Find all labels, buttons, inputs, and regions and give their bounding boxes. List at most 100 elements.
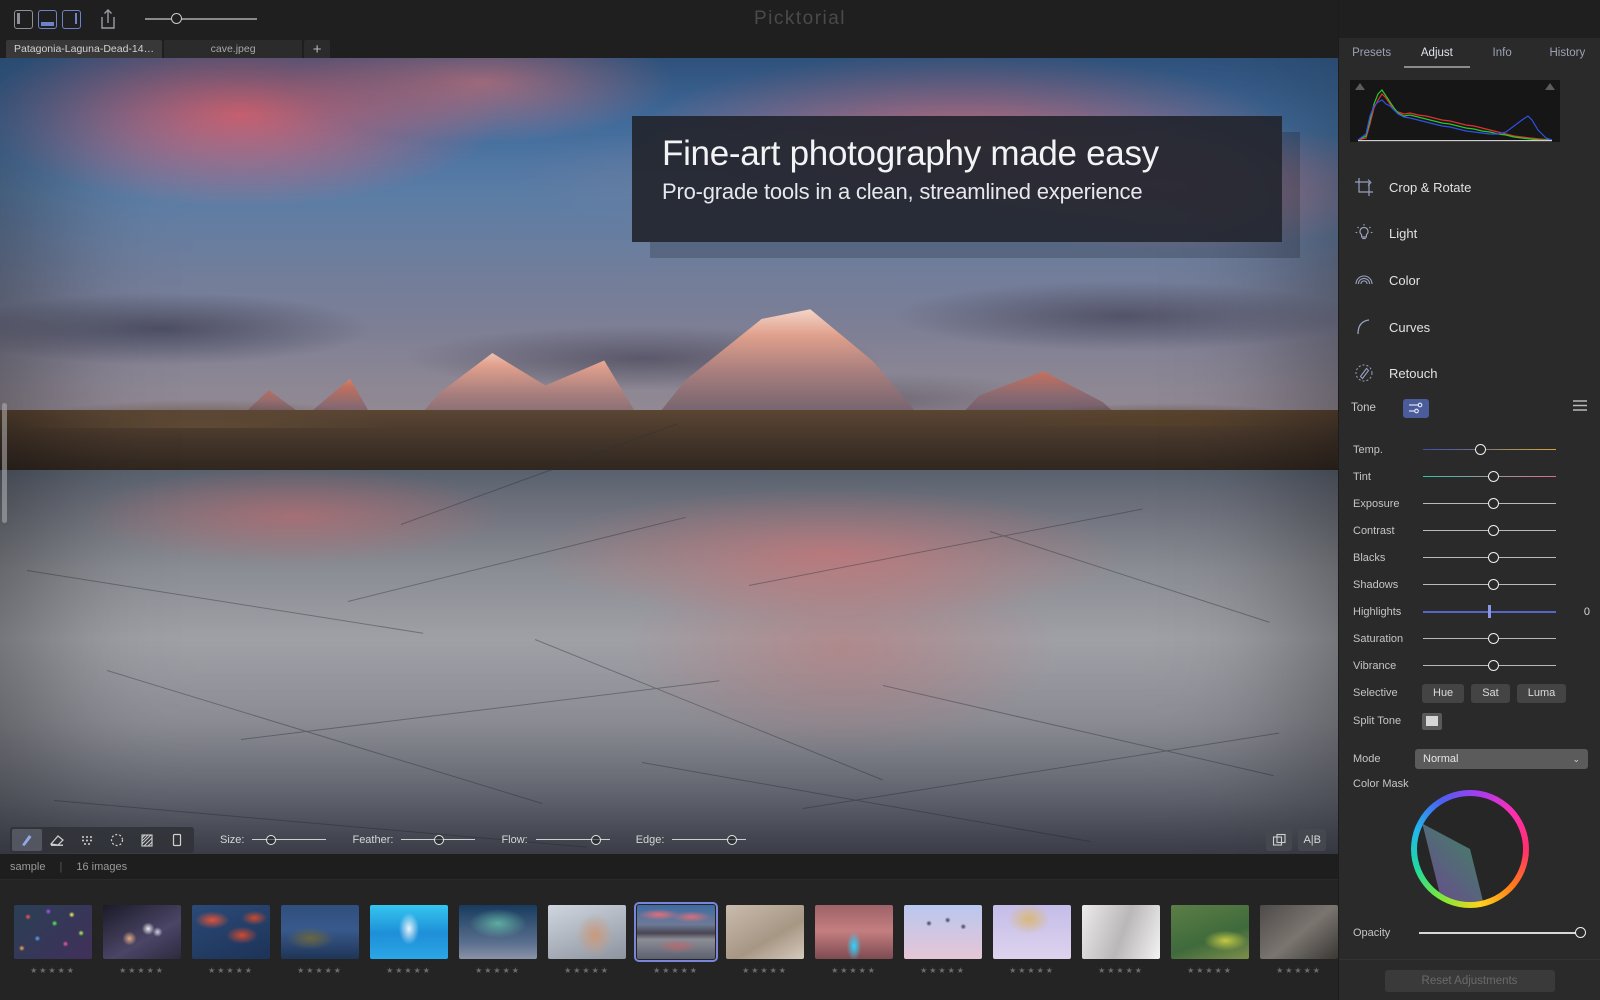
thumb-bw-architecture[interactable]: ★★★★★ [1082, 905, 1160, 975]
thumb-portrait-hair[interactable]: ★★★★★ [548, 905, 626, 975]
brush-flow-slider[interactable] [535, 834, 610, 846]
thumb-coastal-cliff[interactable]: ★★★★★ [281, 905, 359, 975]
contrast-slider[interactable] [1415, 524, 1564, 538]
thumb-rating[interactable]: ★★★★★ [1276, 966, 1322, 975]
vibrance-slider[interactable] [1415, 659, 1564, 673]
hamburger-menu-icon[interactable] [1572, 399, 1588, 417]
sliders-icon[interactable] [1403, 398, 1429, 418]
exposure-slider[interactable] [1415, 497, 1564, 511]
selective-luma-button[interactable]: Luma [1516, 683, 1567, 703]
thumb-palm-trees[interactable]: ★★★★★ [904, 905, 982, 975]
single-view-mode-button[interactable] [14, 9, 33, 29]
brush-tool[interactable] [12, 829, 42, 851]
tone-label: Tone [1351, 402, 1376, 414]
thumb-rating[interactable]: ★★★★★ [386, 966, 432, 975]
thumb-knit-sweater[interactable]: ★★★★★ [726, 905, 804, 975]
reset-adjustments-button[interactable]: Reset Adjustments [1384, 970, 1555, 992]
ab-compare-button[interactable]: A|B [1298, 829, 1326, 851]
mode-select[interactable]: Normal ⌄ [1415, 749, 1588, 769]
section-curves[interactable]: Curves [1339, 304, 1600, 350]
opacity-slider[interactable] [1415, 927, 1586, 939]
thumb-rating[interactable]: ★★★★★ [653, 966, 699, 975]
section-retouch[interactable]: Retouch [1339, 350, 1600, 396]
gradient-tool[interactable] [132, 829, 162, 851]
zoom-slider-knob[interactable] [171, 13, 182, 24]
rectangle-mask-tool[interactable] [162, 829, 192, 851]
histogram-highlight-clip-indicator[interactable] [1545, 83, 1555, 90]
histogram[interactable] [1350, 80, 1560, 142]
slider-row-blacks: Blacks [1339, 544, 1600, 571]
brush-feather-slider[interactable] [401, 834, 476, 846]
brush-feather-label: Feather: [352, 834, 394, 846]
zoom-slider[interactable] [145, 12, 257, 26]
opacity-label: Opacity [1353, 927, 1391, 939]
opacity-row: Opacity [1339, 922, 1600, 944]
tab-info[interactable]: Info [1470, 38, 1535, 68]
slider-row-temp: Temp. [1339, 436, 1600, 463]
color-wheel-selection-wedge[interactable] [1417, 796, 1523, 902]
duplicate-layer-icon[interactable] [1266, 829, 1293, 851]
dots-tool[interactable] [72, 829, 102, 851]
thumb-rating[interactable]: ★★★★★ [475, 966, 521, 975]
selective-hue-button[interactable]: Hue [1422, 683, 1465, 703]
document-tab-cave[interactable]: cave.jpeg [164, 40, 303, 58]
share-icon[interactable] [97, 7, 119, 31]
filmstrip[interactable]: ★★★★★ ★★★★★ ★★★★★ ★★★★★ ★★★★★ ★★★★★ ★★★★… [0, 880, 1338, 1000]
thumb-confetti[interactable]: ★★★★★ [14, 905, 92, 975]
thumb-rating[interactable]: ★★★★★ [742, 966, 788, 975]
thumb-rating[interactable]: ★★★★★ [831, 966, 877, 975]
thumb-water-splash[interactable]: ★★★★★ [370, 905, 448, 975]
blacks-slider[interactable] [1415, 551, 1564, 565]
curves-icon [1353, 316, 1375, 338]
highlights-slider[interactable] [1415, 604, 1564, 619]
thumb-autumn-leaves[interactable]: ★★★★★ [192, 905, 270, 975]
slider-row-exposure: Exposure [1339, 490, 1600, 517]
thumb-rating[interactable]: ★★★★★ [564, 966, 610, 975]
thumb-green-valley[interactable]: ★★★★★ [1171, 905, 1249, 975]
split-view-mode-button[interactable] [38, 9, 57, 29]
color-wheel[interactable] [1410, 790, 1529, 908]
canvas-scrollbar[interactable] [2, 403, 7, 523]
thumb-bokeh-lights[interactable]: ★★★★★ [103, 905, 181, 975]
tab-history[interactable]: History [1535, 38, 1600, 68]
tint-slider[interactable] [1415, 470, 1564, 484]
thumb-rating[interactable]: ★★★★★ [208, 966, 254, 975]
thumb-rating[interactable]: ★★★★★ [30, 966, 76, 975]
thumb-aurora[interactable]: ★★★★★ [459, 905, 537, 975]
section-color[interactable]: Color [1339, 257, 1600, 303]
tab-adjust[interactable]: Adjust [1404, 38, 1469, 68]
shadows-slider[interactable] [1415, 578, 1564, 592]
thumb-rating[interactable]: ★★★★★ [920, 966, 966, 975]
saturation-slider[interactable] [1415, 632, 1564, 646]
thumb-bamboo-arch[interactable]: ★★★★★ [993, 905, 1071, 975]
histogram-shadow-clip-indicator[interactable] [1355, 83, 1365, 90]
lasso-tool[interactable] [102, 829, 132, 851]
thumb-rating[interactable]: ★★★★★ [297, 966, 343, 975]
status-image-count: 16 images [76, 860, 128, 873]
eraser-tool[interactable] [42, 829, 72, 851]
thumb-patagonia-lake[interactable]: ★★★★★ [634, 902, 718, 975]
thumb-rating[interactable]: ★★★★★ [1098, 966, 1144, 975]
split-tone-swatch[interactable] [1422, 712, 1442, 730]
section-crop-rotate[interactable]: Crop & Rotate [1339, 164, 1600, 210]
tone-header: Tone [1339, 396, 1600, 420]
thumb-pink-corridor[interactable]: ★★★★★ [815, 905, 893, 975]
tab-presets[interactable]: Presets [1339, 38, 1404, 68]
thumb-abandoned-hall[interactable]: ★★★★★ [1260, 905, 1338, 975]
brush-size-slider[interactable] [252, 834, 327, 846]
color-wheel-wrapper [1339, 790, 1600, 908]
thumb-rating[interactable]: ★★★★★ [1187, 966, 1233, 975]
thumb-rating[interactable]: ★★★★★ [119, 966, 165, 975]
selective-sat-button[interactable]: Sat [1471, 683, 1510, 703]
image-canvas[interactable]: Fine-art photography made easy Pro-grade… [0, 58, 1338, 854]
document-tab-patagonia[interactable]: Patagonia-Laguna-Dead-14… [6, 40, 163, 58]
slider-label: Contrast [1353, 524, 1395, 537]
compare-view-mode-button[interactable] [62, 9, 81, 29]
new-document-tab-button[interactable]: + [304, 40, 331, 58]
brush-edge-slider[interactable] [672, 834, 747, 846]
retouch-brush-icon [1353, 362, 1375, 384]
section-light[interactable]: Light [1339, 210, 1600, 256]
temp-slider[interactable] [1415, 443, 1564, 457]
thumb-rating[interactable]: ★★★★★ [1009, 966, 1055, 975]
promo-banner: Fine-art photography made easy Pro-grade… [632, 116, 1282, 242]
